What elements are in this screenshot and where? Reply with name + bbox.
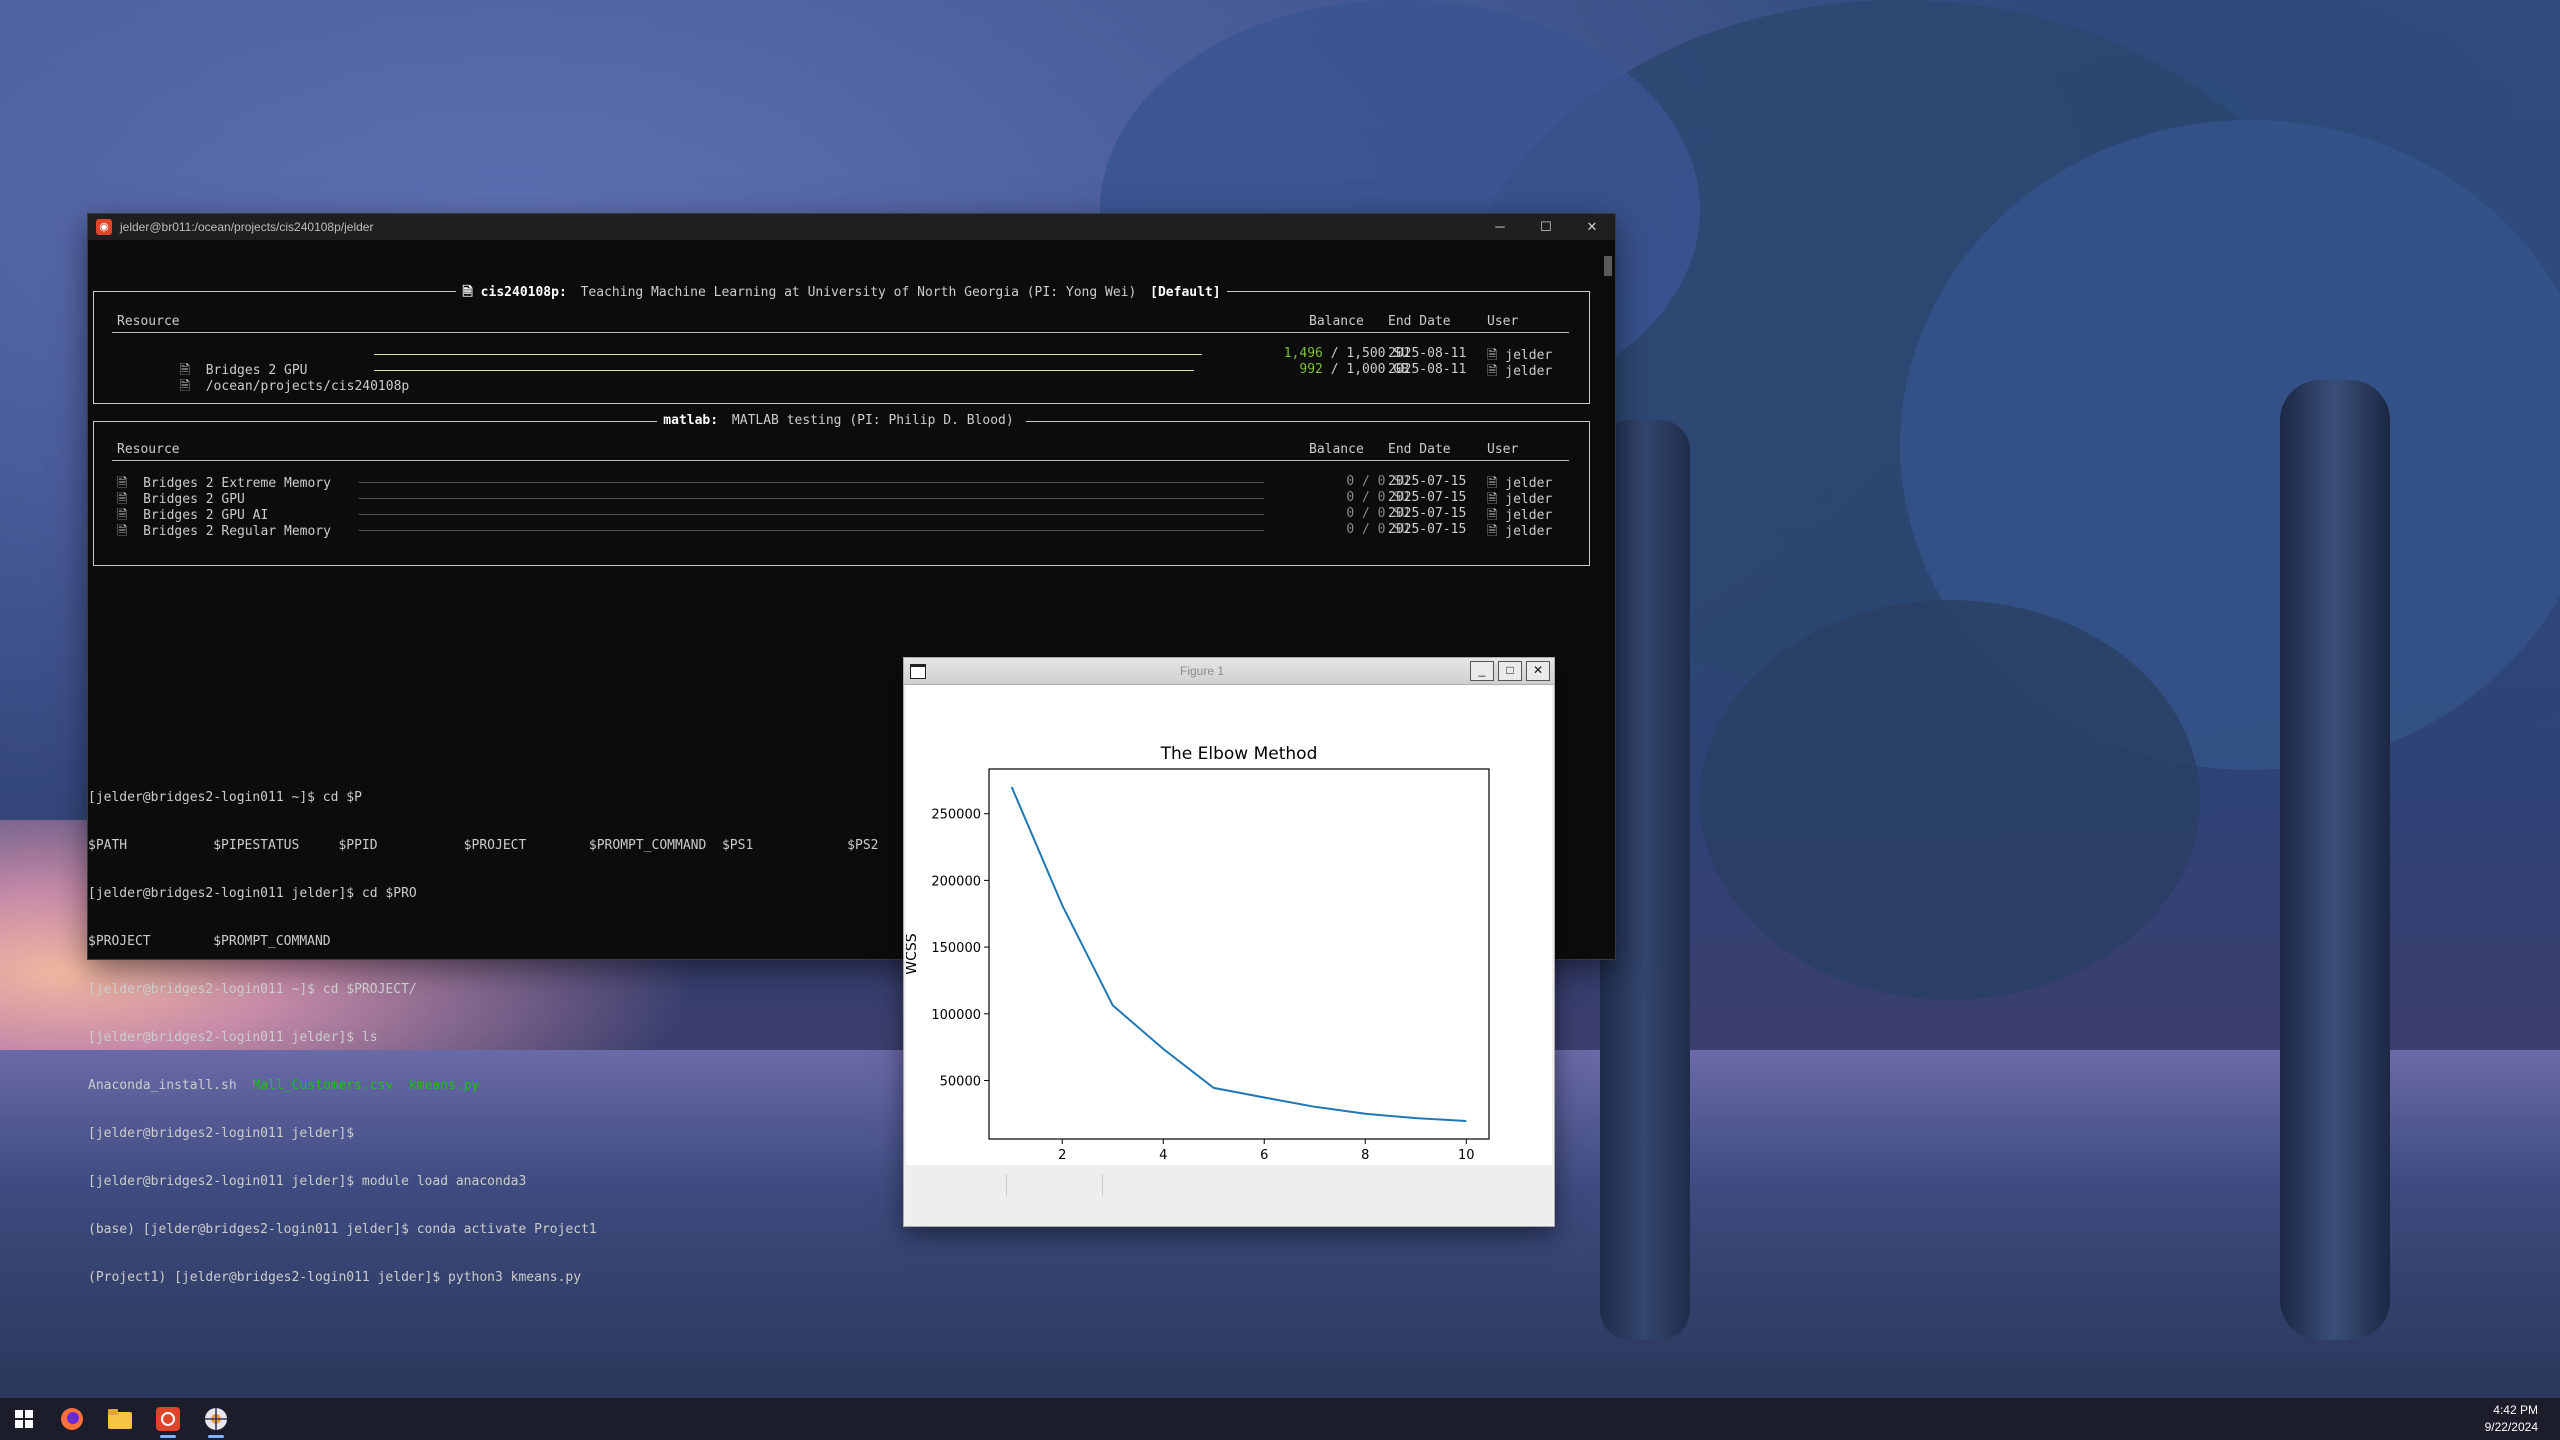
window-icon <box>910 663 926 679</box>
taskbar <box>0 1398 2560 1440</box>
ubuntu-icon: ◉ <box>96 219 112 235</box>
header-end-date: End Date <box>1388 314 1451 329</box>
x-tick-label: 2 <box>1058 1148 1066 1163</box>
clock-date: 9/22/2024 <box>2484 1420 2538 1434</box>
header-balance: Balance <box>1309 314 1364 329</box>
python-figure-icon[interactable] <box>192 1398 240 1440</box>
header-user: User <box>1487 314 1519 329</box>
project-box-matlab: matlab: MATLAB testing (PI: Philip D. Bl… <box>93 413 1590 566</box>
chart-title: The Elbow Method <box>1160 744 1318 764</box>
figure-canvas[interactable]: The Elbow Method 2 4 6 8 10 50000 100000 150000 2… <box>904 685 1552 1183</box>
y-tick-label: 150000 <box>931 941 981 956</box>
resource-row: 🗎 /ocean/projects/cis240108p <box>179 379 410 394</box>
ubuntu-terminal-icon[interactable] <box>144 1398 192 1440</box>
y-tick-label: 250000 <box>931 808 981 823</box>
file-explorer-icon[interactable] <box>96 1398 144 1440</box>
terminal-titlebar[interactable]: ◉ jelder@br011:/ocean/projects/cis240108… <box>88 214 1615 240</box>
system-clock[interactable]: 4:42 PM 9/22/2024 <box>2485 1402 2538 1436</box>
terminal-title: jelder@br011:/ocean/projects/cis240108p/… <box>120 220 374 234</box>
default-badge: [Default] <box>1150 285 1221 300</box>
project-description: MATLAB testing (PI: Philip D. Blood) <box>718 413 1020 428</box>
terminal-scrollbar[interactable] <box>1601 240 1615 959</box>
project-box-cis240108p: 🗎 cis240108p: Teaching Machine Learning … <box>93 285 1590 404</box>
figure-title: Figure 1 <box>1179 664 1225 678</box>
y-axis-label: WCSS <box>906 933 920 975</box>
maximize-icon[interactable]: □ <box>1498 661 1522 681</box>
firefox-icon[interactable] <box>48 1398 96 1440</box>
figure-window[interactable]: Figure 1 _ □ ✕ The Elbow Method 2 4 6 8 10 500… <box>904 658 1554 1226</box>
minimize-icon[interactable]: ─ <box>1477 214 1523 240</box>
clock-time: 4:42 PM <box>2493 1403 2538 1417</box>
y-tick-label: 100000 <box>931 1008 981 1023</box>
figure-titlebar[interactable]: Figure 1 _ □ ✕ <box>904 658 1554 685</box>
x-tick-label: 6 <box>1260 1148 1268 1163</box>
maximize-icon[interactable]: ☐ <box>1523 214 1569 240</box>
y-tick-label: 50000 <box>940 1074 981 1089</box>
y-tick-label: 200000 <box>931 874 981 889</box>
elbow-chart: The Elbow Method 2 4 6 8 10 50000 100000 150000 2… <box>904 744 1490 1183</box>
plot-area <box>988 768 1490 1140</box>
usage-bar <box>374 370 1194 371</box>
figure-toolbar[interactable] <box>906 1166 1552 1224</box>
shell-line: (Project1) [jelder@bridges2-login011 jel… <box>88 1270 582 1285</box>
close-icon[interactable]: ✕ <box>1526 661 1550 681</box>
x-tick-label: 10 <box>1458 1148 1475 1163</box>
header-resource: Resource <box>117 314 180 329</box>
project-id: matlab: <box>663 413 719 428</box>
x-tick-label: 4 <box>1159 1148 1167 1163</box>
x-tick-label: 8 <box>1361 1148 1369 1163</box>
project-id: 🗎 cis240108p: <box>462 285 567 300</box>
windows-start-icon[interactable] <box>0 1398 48 1440</box>
usage-bar <box>374 354 1202 355</box>
close-icon[interactable]: ✕ <box>1569 214 1615 240</box>
project-description: Teaching Machine Learning at University … <box>566 285 1151 300</box>
minimize-icon[interactable]: _ <box>1470 661 1494 681</box>
file-icon: 🗎 <box>179 379 191 394</box>
